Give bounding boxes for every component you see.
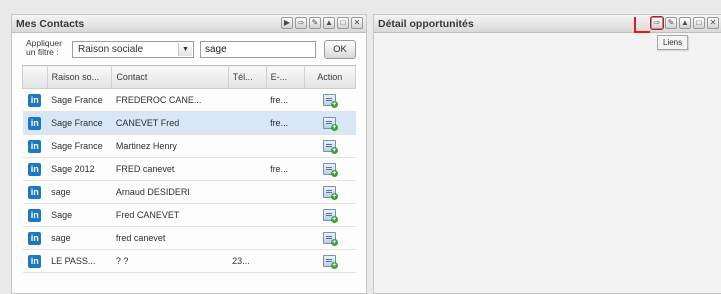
email-cell xyxy=(266,249,305,273)
filter-label: Appliquer un filtre : xyxy=(26,38,62,57)
contact-cell: Martinez Henry xyxy=(111,134,229,158)
raison-cell: Sage 2012 xyxy=(47,157,112,181)
raison-cell: Sage France xyxy=(47,111,112,135)
tel-cell xyxy=(228,180,267,204)
filter-bar: Appliquer un filtre : Raison sociale ▼ O… xyxy=(22,39,358,61)
contacts-table: Raison so... Contact Tél... E-... Action… xyxy=(22,65,357,273)
add-contact-card-icon[interactable]: + xyxy=(322,163,338,177)
add-contact-card-icon[interactable]: + xyxy=(322,117,338,131)
table-row[interactable]: in Sage Fred CANEVET + xyxy=(22,203,356,227)
column-header-action[interactable]: Action xyxy=(303,65,357,89)
add-contact-card-icon[interactable]: + xyxy=(322,255,338,269)
email-cell: fre... xyxy=(266,88,305,112)
add-contact-card-icon[interactable]: + xyxy=(322,209,338,223)
contact-cell: Arnaud DESIDERI xyxy=(111,180,229,204)
tel-cell xyxy=(228,226,267,250)
highlight-underline xyxy=(634,31,650,33)
contacts-panel-title: Mes Contacts xyxy=(16,18,85,30)
tel-cell xyxy=(228,111,267,135)
tel-cell xyxy=(228,203,267,227)
add-contact-card-icon[interactable]: + xyxy=(322,140,338,154)
raison-cell: LE PASS... xyxy=(47,249,112,273)
add-contact-card-icon[interactable]: + xyxy=(322,232,338,246)
column-header-raison-sociale[interactable]: Raison so... xyxy=(46,65,113,89)
close-icon[interactable]: ✕ xyxy=(351,17,363,29)
linkedin-icon[interactable]: in xyxy=(28,254,42,268)
close-icon[interactable]: ✕ xyxy=(707,17,719,29)
contact-cell: Fred CANEVET xyxy=(111,203,229,227)
linkedin-icon[interactable]: in xyxy=(28,139,42,153)
raison-cell: Sage xyxy=(47,203,112,227)
table-row[interactable]: in Sage France FREDEROC CANE... fre... + xyxy=(22,88,356,112)
opportunity-panel-tools: ⇨ ✎ ▲ □ ✕ xyxy=(650,16,719,30)
email-cell: fre... xyxy=(266,111,305,135)
linkedin-icon[interactable]: in xyxy=(28,116,42,130)
raison-cell: Sage France xyxy=(47,88,112,112)
tel-cell xyxy=(228,157,267,181)
maximize-icon[interactable]: □ xyxy=(337,17,349,29)
filter-field-select[interactable]: Raison sociale ▼ xyxy=(72,41,194,58)
filter-search-input[interactable] xyxy=(200,41,316,58)
contact-cell: ? ? xyxy=(111,249,229,273)
raison-cell: sage xyxy=(47,180,112,204)
table-row[interactable]: in Sage France CANEVET Fred fre... + xyxy=(22,111,356,135)
column-header-email[interactable]: E-... xyxy=(265,65,305,89)
email-cell: fre... xyxy=(266,157,305,181)
add-contact-card-icon[interactable]: + xyxy=(322,186,338,200)
filter-field-value: Raison sociale xyxy=(78,44,144,55)
edit-icon[interactable]: ✎ xyxy=(309,17,321,29)
opportunity-panel-header: Détail opportunités ⇨ ✎ ▲ □ ✕ xyxy=(374,15,721,33)
opportunity-panel-title: Détail opportunités xyxy=(378,18,474,30)
export-icon[interactable]: ⇨ xyxy=(295,17,307,29)
linkedin-icon[interactable]: in xyxy=(28,231,42,245)
table-row[interactable]: in Sage 2012 FRED canevet fre... + xyxy=(22,157,356,181)
raison-cell: Sage France xyxy=(47,134,112,158)
table-row[interactable]: in sage Arnaud DESIDERI + xyxy=(22,180,356,204)
contact-cell: CANEVET Fred xyxy=(111,111,229,135)
filter-ok-button[interactable]: OK xyxy=(324,40,356,59)
chevron-down-icon[interactable]: ▼ xyxy=(178,43,192,56)
email-cell xyxy=(266,134,305,158)
raison-cell: sage xyxy=(47,226,112,250)
contact-cell: fred canevet xyxy=(111,226,229,250)
contacts-panel-header: Mes Contacts ▶ ⇨ ✎ ▲ □ ✕ xyxy=(12,15,366,33)
linkedin-icon[interactable]: in xyxy=(28,93,42,107)
links-tooltip: Liens xyxy=(657,35,689,50)
edit-icon[interactable]: ✎ xyxy=(665,17,677,29)
email-cell xyxy=(266,203,305,227)
linkedin-icon[interactable]: in xyxy=(28,185,42,199)
contacts-panel: Mes Contacts ▶ ⇨ ✎ ▲ □ ✕ Appliquer un fi… xyxy=(11,14,367,294)
add-contact-card-icon[interactable]: + xyxy=(322,94,338,108)
tel-cell: 23... xyxy=(228,249,267,273)
linkedin-icon[interactable]: in xyxy=(28,162,42,176)
arrow-right-icon[interactable]: ▶ xyxy=(281,17,293,29)
linkedin-icon[interactable]: in xyxy=(28,208,42,222)
email-cell xyxy=(266,180,305,204)
maximize-icon[interactable]: □ xyxy=(693,17,705,29)
table-row[interactable]: in Sage France Martinez Henry + xyxy=(22,134,356,158)
tel-cell xyxy=(228,88,267,112)
collapse-icon[interactable]: ▲ xyxy=(323,17,335,29)
table-row[interactable]: in LE PASS... ? ? 23... + xyxy=(22,249,356,273)
tel-cell xyxy=(228,134,267,158)
column-header-telephone[interactable]: Tél... xyxy=(227,65,267,89)
column-header-contact[interactable]: Contact xyxy=(111,65,229,89)
opportunity-panel: Détail opportunités ⇨ ✎ ▲ □ ✕ Liens xyxy=(373,14,721,294)
table-header-row: Raison so... Contact Tél... E-... Action xyxy=(22,65,357,89)
column-header-icon xyxy=(22,65,48,89)
collapse-icon[interactable]: ▲ xyxy=(679,17,691,29)
highlight-marker xyxy=(634,17,636,31)
contact-cell: FRED canevet xyxy=(111,157,229,181)
email-cell xyxy=(266,226,305,250)
links-icon[interactable]: ⇨ xyxy=(650,16,664,30)
table-row[interactable]: in sage fred canevet + xyxy=(22,226,356,250)
contacts-panel-tools: ▶ ⇨ ✎ ▲ □ ✕ xyxy=(281,17,363,29)
contact-cell: FREDEROC CANE... xyxy=(111,88,229,112)
